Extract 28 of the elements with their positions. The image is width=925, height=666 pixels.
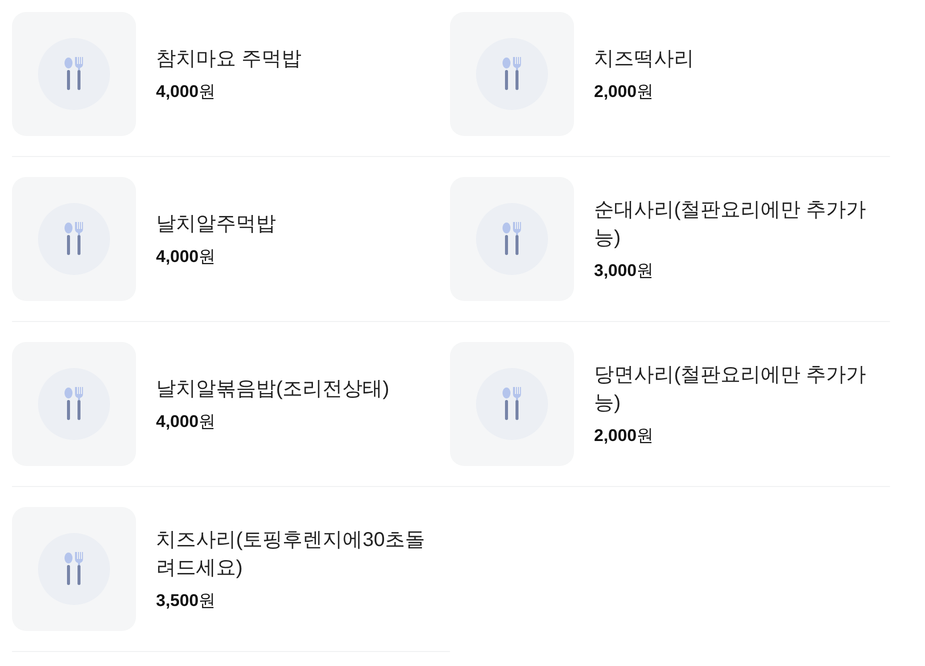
spoon-fork-icon: [502, 222, 522, 256]
spoon-fork-icon: [64, 222, 84, 256]
item-price: 4,000원: [156, 81, 217, 103]
item-name: 참치마요 주먹밥: [156, 47, 303, 72]
menu-item[interactable]: 치즈떡사리 2,000원: [450, 12, 890, 136]
item-price: 3,000원: [594, 260, 655, 282]
spoon-fork-icon: [64, 552, 84, 586]
menu-item[interactable]: 참치마요 주먹밥 4,000원: [12, 12, 450, 136]
item-name: 치즈사리(토핑후렌지에30초돌려드세요): [156, 528, 426, 581]
menu-item[interactable]: 치즈사리(토핑후렌지에30초돌려드세요) 3,500원: [12, 507, 450, 631]
item-price: 4,000원: [156, 246, 217, 268]
item-name: 날치알볶음밥(조리전상태): [156, 377, 390, 402]
menu-item[interactable]: 순대사리(철판요리에만 추가가능) 3,000원: [450, 177, 890, 301]
item-price: 2,000원: [594, 425, 655, 447]
item-name: 치즈떡사리: [594, 47, 695, 72]
spoon-fork-icon: [502, 57, 522, 91]
item-name: 순대사리(철판요리에만 추가가능): [594, 198, 868, 251]
menu-item[interactable]: 당면사리(철판요리에만 추가가능) 2,000원: [450, 342, 890, 466]
spoon-fork-icon: [64, 387, 84, 421]
spoon-fork-icon: [64, 57, 84, 91]
item-name: 당면사리(철판요리에만 추가가능): [594, 363, 868, 416]
spoon-fork-icon: [502, 387, 522, 421]
item-price: 4,000원: [156, 411, 217, 433]
menu-item[interactable]: 날치알주먹밥 4,000원: [12, 177, 450, 301]
item-price: 3,500원: [156, 590, 217, 612]
item-price: 2,000원: [594, 81, 655, 103]
menu-item[interactable]: 날치알볶음밥(조리전상태) 4,000원: [12, 342, 450, 466]
item-name: 날치알주먹밥: [156, 212, 277, 237]
